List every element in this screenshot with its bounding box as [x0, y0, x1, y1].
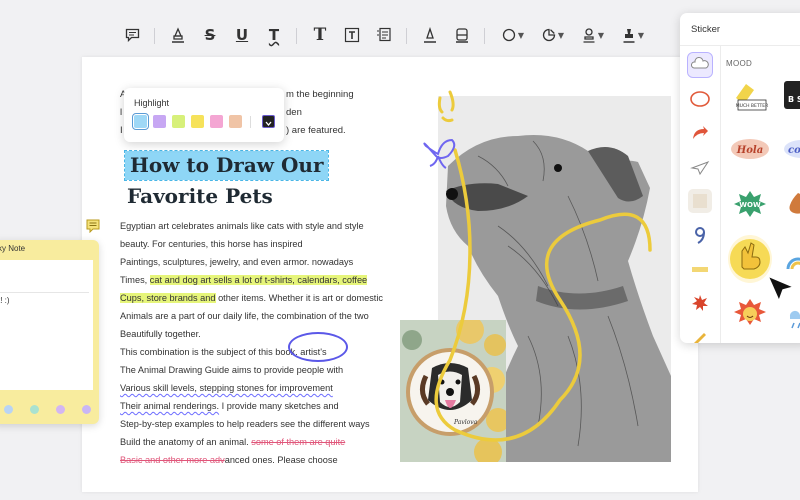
hola-sticker[interactable]: Hola	[730, 135, 770, 163]
mouse-cursor-icon	[767, 275, 795, 302]
pencil-sticker-icon[interactable]	[688, 325, 712, 343]
text-tool-icon[interactable]: T	[310, 24, 330, 46]
embroidery-text: Pavlova	[453, 419, 478, 426]
sticker-section-label: MOOD	[726, 59, 753, 68]
intro-line-3-start: I	[120, 125, 123, 136]
body-line: Animals are a part of our daily life, th…	[120, 311, 369, 321]
document-title-line-1[interactable]: How to Draw Our	[123, 150, 330, 181]
highlight-swatch-peach[interactable]	[229, 115, 242, 128]
highlight-tool-icon[interactable]	[168, 24, 188, 46]
sticker-panel-title: Sticker	[691, 24, 721, 35]
eraser-tool-icon[interactable]	[452, 24, 472, 46]
stamp-tool-icon[interactable]: ▼	[578, 24, 608, 46]
squiggly-underline-tool-icon[interactable]: T	[264, 24, 284, 46]
ruler-icon[interactable]	[688, 257, 712, 281]
splat-sticker[interactable]	[788, 189, 800, 219]
body-text: other items. Whether it is art or domest…	[215, 293, 383, 303]
arrow-sticker-icon[interactable]	[688, 121, 712, 145]
strikethrough-text[interactable]: some of them are quite	[251, 437, 345, 447]
cool-sticker[interactable]: co	[782, 135, 800, 163]
highlight-color-popup: Highlight	[124, 88, 284, 142]
dog-embroidery-photo[interactable]: Pavlova	[400, 320, 506, 462]
body-line: Beautifully together.	[120, 329, 201, 339]
sticker-label: MUCH BETTER	[736, 103, 768, 109]
more-colors-icon[interactable]	[262, 115, 275, 128]
sun-face-sticker[interactable]	[732, 297, 768, 331]
body-line: Egyptian art celebrates animals like cat…	[120, 221, 364, 231]
sticker-label: co	[788, 145, 800, 156]
text-callout-tool-icon[interactable]	[374, 24, 394, 46]
strikethrough-tool-icon[interactable]: S	[200, 24, 220, 46]
highlight-swatch-blue[interactable]	[132, 113, 149, 130]
sticky-color-purple[interactable]	[56, 405, 65, 414]
number-nine-icon[interactable]	[688, 223, 712, 247]
body-line: Paintings, sculptures, jewelry, and even…	[120, 257, 354, 267]
sticker-tool-icon[interactable]: ▼	[538, 24, 568, 46]
body-line: beauty. For centuries, this horse has in…	[120, 239, 303, 249]
highlight-swatch-yellow[interactable]	[191, 115, 204, 128]
paper-plane-icon[interactable]	[688, 155, 712, 179]
underline-tool-icon[interactable]: U	[232, 24, 252, 46]
body-line: Cups, store brands and other items. Whet…	[120, 291, 383, 305]
body-text: Build the anatomy of an animal.	[120, 437, 252, 447]
squiggly-underlined-text[interactable]: Various skill levels, stepping stones fo…	[120, 381, 333, 395]
highlight-swatch-green[interactable]	[172, 115, 185, 128]
highlight-swatch-pink[interactable]	[210, 115, 223, 128]
document-title-line-2: Favorite Pets	[127, 184, 273, 208]
signature-tool-icon[interactable]: ▼	[618, 24, 648, 46]
rainbow-sticker[interactable]	[784, 245, 800, 275]
sticky-note-title: ky Note	[0, 244, 26, 253]
wow-sticker[interactable]: WOW	[732, 189, 768, 219]
body-line: The Animal Drawing Guide aims to provide…	[120, 365, 344, 375]
sticker-label: B S	[788, 95, 800, 104]
intro-line-1-end: m the beginning	[286, 89, 354, 100]
sticky-note-line: t! :)	[0, 296, 10, 305]
sticky-note-body[interactable]: t! :)	[0, 260, 93, 390]
yellow-highlight[interactable]: Cups, store brands and	[120, 293, 216, 303]
body-text: I provide many sketches and	[219, 401, 339, 411]
body-line: Times, cat and dog art sells a lot of t-…	[120, 273, 368, 287]
intro-line-2-end: den	[286, 107, 302, 118]
sticker-label: WOW	[739, 201, 761, 209]
squiggly-underlined-text[interactable]: Their animal renderings.	[120, 401, 219, 411]
comment-tool-icon[interactable]	[122, 24, 142, 46]
paper-note-icon[interactable]	[688, 189, 712, 213]
annotation-toolbar: S U T T ▼ ▼ ▼ ▼	[112, 20, 672, 50]
sticker-label: Hola	[736, 145, 763, 156]
intro-line-3-end: ) are featured.	[286, 125, 346, 136]
shape-tool-icon[interactable]: ▼	[498, 24, 528, 46]
sticky-color-blue[interactable]	[4, 405, 13, 414]
body-line: Step-by-step examples to help readers se…	[120, 419, 370, 429]
sticky-color-lavender[interactable]	[82, 405, 91, 414]
yellow-highlight[interactable]: cat and dog art sells a lot of t-shirts,…	[149, 275, 368, 285]
comment-marker-icon[interactable]	[86, 219, 100, 234]
highlight-swatch-purple[interactable]	[153, 115, 166, 128]
pencil-tool-icon[interactable]	[420, 24, 440, 46]
body-line: Their animal renderings. I provide many …	[120, 399, 339, 413]
body-line: Build the anatomy of an animal. some of …	[120, 435, 345, 449]
circle-doodle-icon[interactable]	[688, 87, 712, 111]
body-text: anced ones. Please choose	[224, 455, 338, 465]
cloud-sticker-icon[interactable]	[687, 52, 713, 78]
highlight-popup-title: Highlight	[134, 98, 170, 108]
body-line: Basic and other more advanced ones. Plea…	[120, 453, 338, 467]
strikethrough-text[interactable]: Basic and other more adv	[120, 455, 225, 465]
speech-sticker[interactable]: B S	[782, 78, 800, 114]
explosion-sticker-icon[interactable]	[688, 291, 712, 315]
body-text: This combination is the subject of this …	[120, 347, 301, 357]
body-text: Times,	[120, 275, 150, 285]
sticky-note[interactable]: ky Note t! :)	[0, 240, 99, 424]
textbox-tool-icon[interactable]	[342, 24, 362, 46]
intro-line-2-start: l	[120, 107, 123, 118]
circle-annotation[interactable]	[288, 332, 348, 362]
highlighter-sticker[interactable]: MUCH BETTER	[730, 78, 770, 114]
sticky-color-green[interactable]	[30, 405, 39, 414]
